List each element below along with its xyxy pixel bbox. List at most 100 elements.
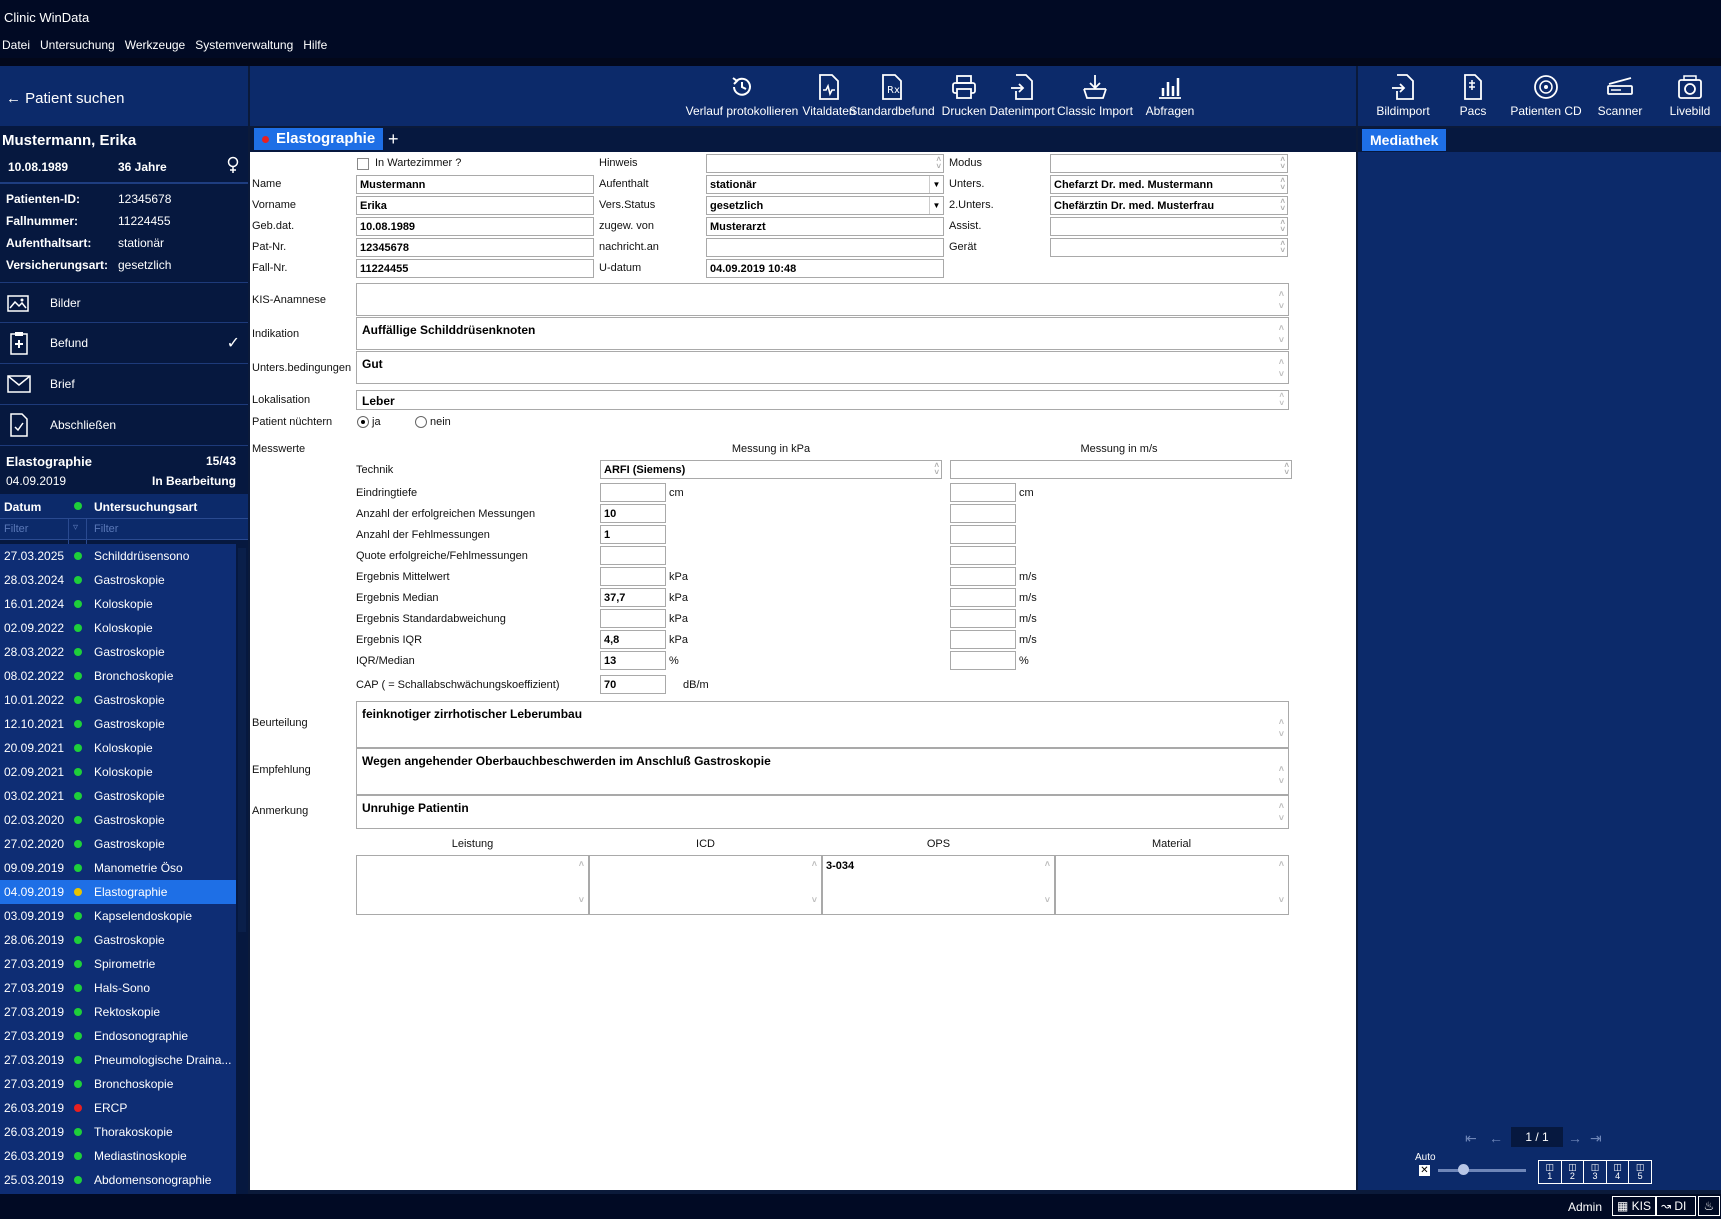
history-row[interactable]: 26.03.2019 Thorakoskopie: [0, 1120, 236, 1144]
measurement-kpa-field[interactable]: 1: [600, 525, 666, 544]
material-list[interactable]: ˄ ˅: [1055, 855, 1289, 915]
filter-funnel-icon[interactable]: ▿: [73, 522, 78, 533]
history-row[interactable]: 26.03.2019 ERCP: [0, 1096, 236, 1120]
history-row[interactable]: 28.06.2019 Gastroskopie: [0, 928, 236, 952]
measurement-ms-field[interactable]: [950, 483, 1016, 502]
add-tab-button[interactable]: +: [388, 128, 399, 150]
history-row[interactable]: 27.03.2019 Hals-Sono: [0, 976, 236, 1000]
filter-date-input[interactable]: Filter: [4, 523, 28, 535]
hinweis-field[interactable]: ˄ ˅: [706, 154, 944, 173]
toolbar-button-datenimport[interactable]: Datenimport: [982, 74, 1062, 118]
next-page-icon[interactable]: →: [1568, 1130, 1584, 1146]
history-row[interactable]: 03.09.2019 Kapselendoskopie: [0, 904, 236, 928]
history-row[interactable]: 27.02.2020 Gastroskopie: [0, 832, 236, 856]
history-row[interactable]: 09.09.2019 Manometrie Öso: [0, 856, 236, 880]
patnr-field[interactable]: 12345678: [356, 238, 594, 257]
toolbar-button-bildimport[interactable]: Bildimport: [1368, 74, 1438, 118]
vorname-field[interactable]: Erika: [356, 196, 594, 215]
measurement-kpa-field[interactable]: [600, 609, 666, 628]
anmerkung-textarea[interactable]: Unruhige Patientin ˄ ˅: [356, 795, 1289, 829]
measurement-kpa-field[interactable]: [600, 546, 666, 565]
nav-item-befund[interactable]: Befund ✓: [0, 323, 248, 364]
history-row[interactable]: 25.03.2019 Abdomensonographie: [0, 1168, 236, 1192]
layout-button-1[interactable]: ◫ 1: [1539, 1161, 1562, 1183]
history-row[interactable]: 27.03.2019 Pneumologische Draina...: [0, 1048, 236, 1072]
nav-item-abschliessen[interactable]: Abschließen: [0, 405, 248, 446]
beurteilung-textarea[interactable]: feinknotiger zirrhotischer Leberumbau ˄ ˅: [356, 701, 1289, 748]
measurement-ms-field[interactable]: [950, 504, 1016, 523]
menu-hilfe[interactable]: Hilfe: [303, 38, 327, 58]
history-col-date[interactable]: Datum: [4, 500, 41, 514]
icd-list[interactable]: ˄ ˅: [589, 855, 822, 915]
technik-ms-field[interactable]: ˄ ˅: [950, 460, 1292, 479]
menu-werkzeuge[interactable]: Werkzeuge: [125, 38, 185, 58]
history-row[interactable]: 28.03.2024 Gastroskopie: [0, 568, 236, 592]
menu-untersuchung[interactable]: Untersuchung: [40, 38, 115, 58]
history-row[interactable]: 27.03.2019 Bronchoskopie: [0, 1072, 236, 1096]
assist-field[interactable]: ˄ ˅: [1050, 217, 1288, 236]
history-row[interactable]: 27.03.2019 Endosonographie: [0, 1024, 236, 1048]
patient-search-button[interactable]: ← Patient suchen: [0, 66, 248, 126]
aufenthalt-select[interactable]: stationär ▼: [706, 175, 944, 194]
fallnr-field[interactable]: 11224455: [356, 259, 594, 278]
cap-field[interactable]: 70: [600, 675, 666, 694]
measurement-ms-field[interactable]: [950, 630, 1016, 649]
history-row[interactable]: 27.03.2019 Spirometrie: [0, 952, 236, 976]
history-row[interactable]: 12.10.2021 Gastroskopie: [0, 712, 236, 736]
zoom-slider-track[interactable]: [1438, 1169, 1526, 1172]
ops-list[interactable]: 3-034 ˄ ˅: [822, 855, 1055, 915]
history-row[interactable]: 02.03.2020 Gastroskopie: [0, 808, 236, 832]
history-col-type[interactable]: Untersuchungsart: [94, 500, 197, 514]
toolbar-button-classic-import[interactable]: Classic Import: [1052, 74, 1138, 118]
modus-field[interactable]: ˄ ˅: [1050, 154, 1288, 173]
measurement-kpa-field[interactable]: [600, 567, 666, 586]
toolbar-button-patienten-cd[interactable]: Patienten CD: [1506, 74, 1586, 118]
measurement-kpa-field[interactable]: 4,8: [600, 630, 666, 649]
gebdat-field[interactable]: 10.08.1989: [356, 217, 594, 236]
bell-icon[interactable]: ♨: [1698, 1196, 1720, 1216]
bedingungen-textarea[interactable]: Gut ˄ ˅: [356, 351, 1289, 384]
close-icon[interactable]: ✕: [1419, 1165, 1430, 1176]
history-row[interactable]: 26.03.2019 Mediastinoskopie: [0, 1144, 236, 1168]
layout-button-3[interactable]: ◫ 3: [1584, 1161, 1607, 1183]
history-row[interactable]: 10.01.2022 Gastroskopie: [0, 688, 236, 712]
history-row[interactable]: 20.09.2021 Koloskopie: [0, 736, 236, 760]
name-field[interactable]: Mustermann: [356, 175, 594, 194]
kis-anamnese-textarea[interactable]: ˄ ˅: [356, 283, 1289, 316]
nuechtern-ja-radio[interactable]: [357, 416, 369, 428]
history-row[interactable]: 28.03.2022 Gastroskopie: [0, 640, 236, 664]
measurement-ms-field[interactable]: [950, 651, 1016, 670]
nuechtern-nein-radio[interactable]: [415, 416, 427, 428]
measurement-kpa-field[interactable]: 13: [600, 651, 666, 670]
filter-type-input[interactable]: Filter: [94, 523, 118, 535]
history-scrollbar[interactable]: [236, 544, 248, 1194]
prev-page-icon[interactable]: ←: [1489, 1130, 1505, 1146]
menu-systemverwaltung[interactable]: Systemverwaltung: [195, 38, 293, 58]
leistung-list[interactable]: ˄ ˅: [356, 855, 589, 915]
history-row[interactable]: 02.09.2021 Koloskopie: [0, 760, 236, 784]
menu-datei[interactable]: Datei: [2, 38, 30, 58]
technik-field[interactable]: ARFI (Siemens) ˄ ˅: [600, 460, 942, 479]
di-status-button[interactable]: ↝ DI: [1656, 1196, 1696, 1216]
versstatus-select[interactable]: gesetzlich ▼: [706, 196, 944, 215]
kis-status-button[interactable]: ▦ KIS: [1612, 1196, 1656, 1216]
udatum-field[interactable]: 04.09.2019 10:48: [706, 259, 944, 278]
unters2-field[interactable]: Chefärztin Dr. med. Musterfrau ˄ ˅: [1050, 196, 1288, 215]
tab-elastographie[interactable]: Elastographie: [254, 128, 384, 150]
nachricht-field[interactable]: [706, 238, 944, 257]
empfehlung-textarea[interactable]: Wegen angehender Oberbauchbeschwerden im…: [356, 748, 1289, 795]
lokalisation-field[interactable]: Leber ˄ ˅: [356, 390, 1289, 410]
nav-item-bilder[interactable]: Bilder: [0, 282, 248, 323]
layout-button-4[interactable]: ◫ 4: [1607, 1161, 1630, 1183]
layout-button-2[interactable]: ◫ 2: [1562, 1161, 1585, 1183]
toolbar-button-pacs[interactable]: Pacs: [1448, 74, 1498, 118]
chevron-down-icon[interactable]: ▼: [929, 197, 943, 214]
measurement-ms-field[interactable]: [950, 567, 1016, 586]
measurement-ms-field[interactable]: [950, 609, 1016, 628]
measurement-ms-field[interactable]: [950, 525, 1016, 544]
zoom-slider-handle[interactable]: [1458, 1164, 1469, 1175]
first-page-icon[interactable]: ⇤: [1465, 1130, 1481, 1147]
geraet-field[interactable]: ˄ ˅: [1050, 238, 1288, 257]
chevron-down-icon[interactable]: ▼: [929, 176, 943, 193]
toolbar-button-abfragen[interactable]: Abfragen: [1139, 74, 1201, 118]
